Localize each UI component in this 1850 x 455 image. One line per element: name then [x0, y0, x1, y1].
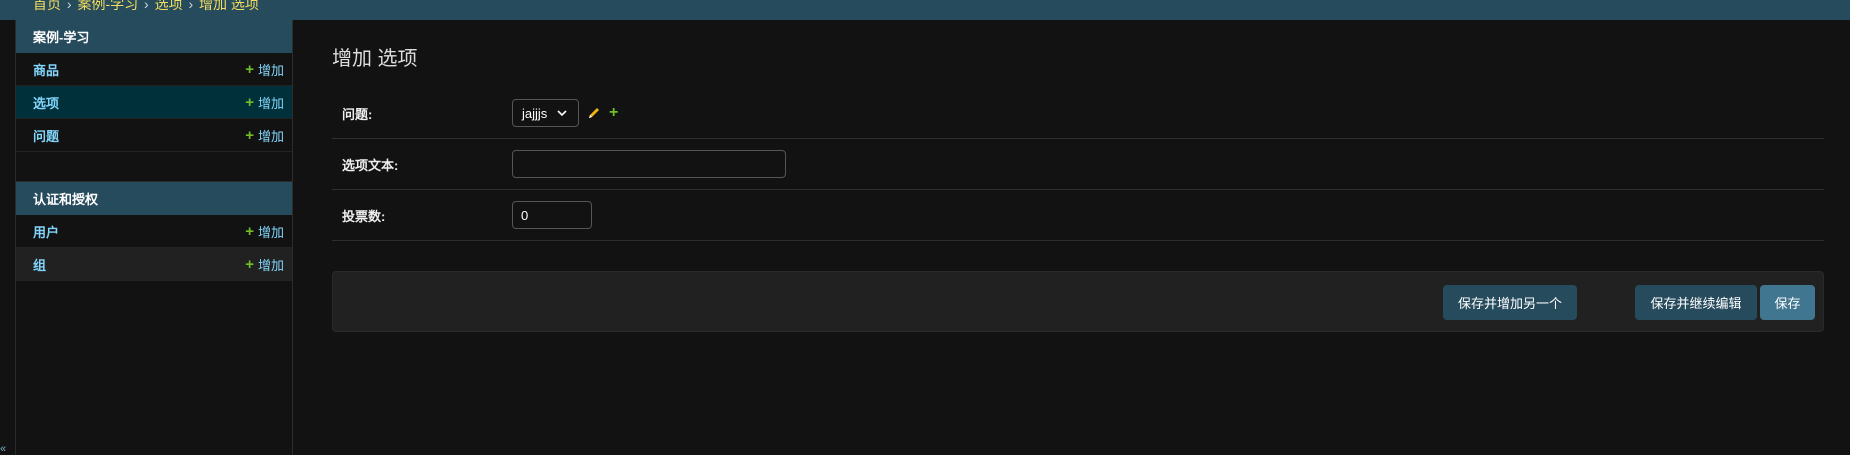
sidebar-item-choices[interactable]: 选项 + 增加 [16, 86, 292, 119]
save-continue-button[interactable]: 保存并继续编辑 [1635, 285, 1757, 320]
sidebar: 案例-学习 商品 + 增加 选项 + 增加 问题 + 增加 认证和授权 用户 +… [16, 20, 293, 455]
sidebar-item-label[interactable]: 问题 [33, 126, 59, 145]
module-divider [16, 152, 292, 182]
main-content: 增加 选项 问题: jajjjs + 选项文本: 投票数: 0 保存并增加另一个… [332, 20, 1824, 455]
module-auth: 认证和授权 用户 + 增加 组 + 增加 [16, 182, 292, 281]
votes-input[interactable] [512, 201, 592, 229]
collapse-sidebar-icon[interactable]: « [0, 444, 6, 455]
breadcrumb-separator: › [188, 0, 194, 12]
add-link-label: 增加 [257, 62, 284, 78]
module-caption[interactable]: 案例-学习 [16, 20, 292, 53]
nav-collapse-strip[interactable]: « [0, 20, 16, 455]
breadcrumb: 首页 › 案例-学习 › 选项 › 增加 选项 [33, 0, 259, 14]
question-field: jajjjs + [512, 99, 618, 127]
sidebar-item-groups[interactable]: 组 + 增加 [16, 248, 292, 281]
plus-icon: + [245, 126, 254, 144]
page-title: 增加 选项 [332, 48, 418, 70]
header-bar: 首页 › 案例-学习 › 选项 › 增加 选项 [0, 0, 1850, 20]
pencil-icon[interactable] [587, 106, 601, 120]
sidebar-item-label[interactable]: 商品 [33, 60, 59, 79]
votes-field [512, 201, 592, 229]
save-add-another-button[interactable]: 保存并增加另一个 [1443, 285, 1577, 320]
choice-text-input[interactable] [512, 150, 786, 178]
module-app: 案例-学习 商品 + 增加 选项 + 增加 问题 + 增加 [16, 20, 292, 152]
form-row-votes: 投票数: [332, 190, 1824, 241]
chevron-down-icon [557, 110, 567, 117]
question-label: 问题: [342, 106, 373, 122]
add-link-label: 增加 [257, 224, 284, 240]
question-select[interactable]: jajjjs [512, 99, 579, 127]
sidebar-item-products[interactable]: 商品 + 增加 [16, 53, 292, 86]
plus-icon: + [245, 222, 254, 240]
add-related-icon[interactable]: + [609, 105, 618, 121]
plus-icon: + [245, 93, 254, 111]
question-select-value: jajjjs [522, 105, 548, 121]
votes-label: 投票数: [342, 208, 386, 224]
add-link[interactable]: + 增加 [245, 93, 284, 112]
save-button[interactable]: 保存 [1760, 285, 1815, 320]
sidebar-item-questions[interactable]: 问题 + 增加 [16, 119, 292, 152]
add-link-label: 增加 [257, 95, 284, 111]
form-row-choice-text: 选项文本: [332, 139, 1824, 190]
submit-row: 保存并增加另一个 保存并继续编辑 保存 [332, 271, 1824, 332]
plus-icon: + [245, 255, 254, 273]
add-link[interactable]: + 增加 [245, 126, 284, 145]
sidebar-item-users[interactable]: 用户 + 增加 [16, 215, 292, 248]
sidebar-item-label[interactable]: 用户 [33, 222, 59, 241]
add-link[interactable]: + 增加 [245, 60, 284, 79]
choice-text-label: 选项文本: [342, 157, 399, 173]
breadcrumb-home[interactable]: 首页 [33, 0, 61, 12]
add-link[interactable]: + 增加 [245, 255, 284, 274]
choice-text-field [512, 150, 786, 178]
add-link-label: 增加 [257, 257, 284, 273]
breadcrumb-app[interactable]: 案例-学习 [77, 0, 138, 12]
module-caption[interactable]: 认证和授权 [16, 182, 292, 215]
sidebar-item-label[interactable]: 组 [33, 255, 46, 274]
breadcrumb-current: 增加 选项 [199, 0, 259, 12]
breadcrumb-model[interactable]: 选项 [155, 0, 183, 12]
add-link-label: 增加 [257, 128, 284, 144]
form-row-question: 问题: jajjjs + [332, 88, 1824, 139]
add-link[interactable]: + 增加 [245, 222, 284, 241]
plus-icon: + [245, 60, 254, 78]
breadcrumb-separator: › [66, 0, 72, 12]
breadcrumb-separator: › [144, 0, 149, 12]
sidebar-item-label[interactable]: 选项 [33, 93, 59, 112]
